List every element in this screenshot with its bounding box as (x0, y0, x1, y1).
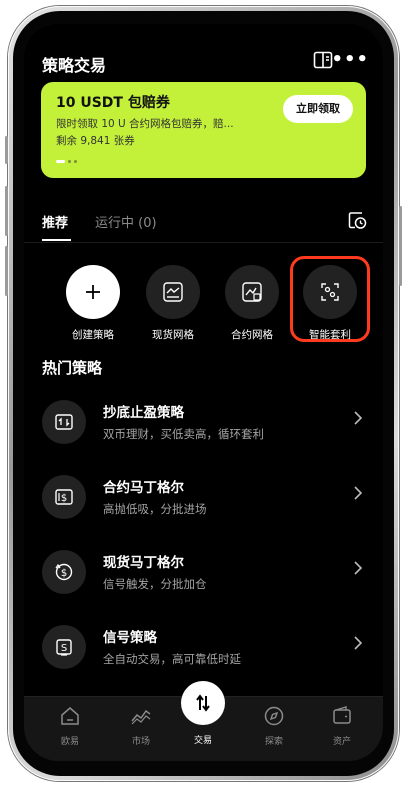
strategy-description: 全自动交易，高可靠低时延 (103, 652, 241, 666)
nav-item-home[interactable]: 欧易 (42, 705, 98, 747)
book-icon[interactable] (313, 51, 333, 69)
quick-action-label: 合约网格 (231, 329, 273, 341)
strategy-item-buy-low[interactable]: 抄底止盈策略 双币理财，买低卖高，循环套利 (42, 397, 367, 457)
nav-item-assets[interactable]: 资产 (314, 705, 370, 747)
claim-button[interactable]: 立即领取 (283, 95, 353, 123)
top-bar: 策略交易 ••• (24, 24, 383, 76)
signal-icon: S (42, 625, 86, 669)
spot-martingale-icon: $ (42, 550, 86, 594)
more-icon[interactable]: ••• (331, 49, 369, 70)
tab-recommended[interactable]: 推荐 (42, 212, 68, 231)
contract-grid-icon (225, 265, 279, 319)
volume-up-button (5, 186, 8, 236)
compass-icon (264, 706, 284, 726)
spot-grid-icon (146, 265, 200, 319)
nav-label: 欧易 (60, 737, 79, 747)
nav-label: 交易 (193, 736, 212, 746)
strategy-item-spot-martingale[interactable]: $ 现货马丁格尔 信号触发，分批加仓 (42, 547, 367, 607)
market-icon (131, 709, 151, 725)
chevron-right-icon (354, 561, 363, 575)
banner-description: 限时领取 10 U 合约网格包赔券，赔... (56, 118, 234, 130)
svg-text:S: S (61, 643, 67, 654)
strategy-description: 高抛低吸，分批进场 (103, 502, 207, 516)
banner-remaining: 剩余 9,841 张券 (56, 135, 135, 147)
strategy-name: 抄底止盈策略 (103, 405, 184, 421)
nav-label: 探索 (264, 737, 283, 747)
volume-down-button (5, 246, 8, 296)
phone-frame: 策略交易 ••• 10 USDT 包赔券 限时领取 10 U 合约网格包赔券，赔… (5, 6, 402, 781)
chevron-right-icon (354, 486, 363, 500)
quick-action-spot-grid[interactable]: 现货网格 (141, 265, 205, 342)
strategy-name: 信号策略 (103, 630, 157, 646)
banner-title: 10 USDT 包赔券 (56, 95, 170, 111)
quick-action-label: 创建策略 (72, 329, 114, 341)
strategy-item-signal[interactable]: S 信号策略 全自动交易，高可靠低时延 (42, 622, 367, 682)
strategy-name: 合约马丁格尔 (103, 480, 184, 496)
bottom-nav: 欧易 市场 交易 探索 资产 (24, 681, 383, 761)
plus-icon (66, 265, 120, 319)
history-clock-icon[interactable] (347, 210, 367, 230)
nav-item-market[interactable]: 市场 (113, 705, 169, 747)
contract-martingale-icon: $ (42, 475, 86, 519)
tabs-divider (24, 242, 383, 243)
hot-strategies-title: 热门策略 (42, 359, 103, 377)
nav-label: 资产 (332, 737, 351, 747)
strategy-item-contract-martingale[interactable]: $ 合约马丁格尔 高抛低吸，分批进场 (42, 472, 367, 532)
nav-item-trade[interactable]: 交易 (175, 681, 231, 757)
strategy-tabs: 推荐 运行中 (0) (24, 212, 383, 252)
nav-label: 市场 (131, 737, 150, 747)
promo-banner[interactable]: 10 USDT 包赔券 限时领取 10 U 合约网格包赔券，赔... 剩余 9,… (41, 82, 366, 178)
chevron-right-icon (354, 636, 363, 650)
carousel-dot (68, 160, 71, 163)
strategy-name: 现货马丁格尔 (103, 555, 184, 571)
quick-action-create[interactable]: 创建策略 (61, 265, 125, 342)
home-icon (61, 707, 79, 725)
highlight-box (290, 256, 370, 342)
strategy-description: 信号触发，分批加仓 (103, 577, 207, 591)
svg-text:$: $ (61, 568, 67, 579)
nav-item-explore[interactable]: 探索 (246, 705, 302, 747)
power-button (399, 206, 402, 286)
tab-running[interactable]: 运行中 (0) (95, 212, 157, 231)
mute-switch (5, 136, 8, 164)
carousel-dot (74, 160, 77, 163)
svg-text:$: $ (61, 493, 67, 504)
page-title: 策略交易 (42, 56, 107, 75)
carousel-dots (56, 160, 77, 163)
active-tab-indicator (42, 239, 71, 241)
app-screen: 策略交易 ••• 10 USDT 包赔券 限时领取 10 U 合约网格包赔券，赔… (24, 24, 383, 761)
carousel-dot-active (56, 160, 65, 163)
quick-action-label: 现货网格 (152, 329, 194, 341)
wallet-icon (333, 706, 351, 724)
chevron-right-icon (354, 411, 363, 425)
strategy-description: 双币理财，买低卖高，循环套利 (103, 427, 264, 441)
buy-low-icon (42, 400, 86, 444)
trade-icon (181, 681, 225, 725)
quick-action-contract-grid[interactable]: 合约网格 (220, 265, 284, 342)
